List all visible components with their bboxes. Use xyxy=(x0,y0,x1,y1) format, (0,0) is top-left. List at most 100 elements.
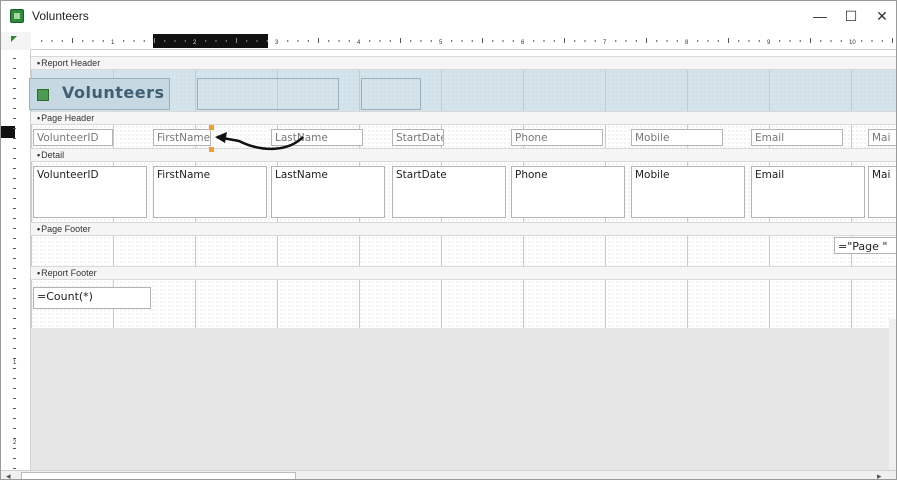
maximize-button[interactable]: ☐ xyxy=(837,5,865,27)
ruler-tick xyxy=(512,40,514,42)
ruler-tick xyxy=(656,40,658,42)
vruler-label: 2 xyxy=(13,440,17,446)
ruler-tick xyxy=(728,38,729,43)
report-title-control[interactable]: Volunteers xyxy=(29,78,170,110)
vruler-tick xyxy=(13,348,16,349)
scroll-right-icon[interactable]: ▸ xyxy=(877,471,882,479)
vruler-tick xyxy=(13,438,16,439)
minimize-button[interactable]: — xyxy=(806,5,834,27)
ruler-tick xyxy=(92,40,94,42)
section-bar-page-header[interactable]: •Page Header xyxy=(31,111,896,125)
ruler-tick xyxy=(533,40,535,42)
vruler-tick xyxy=(13,138,16,139)
vruler-tick xyxy=(13,368,16,369)
ruler-tick xyxy=(646,38,647,43)
ruler-tick xyxy=(61,40,63,42)
ruler-tick xyxy=(574,40,576,42)
scroll-left-icon[interactable]: ◂ xyxy=(6,471,11,479)
header-placeholder-box[interactable] xyxy=(197,78,339,110)
ruler-tick xyxy=(379,40,381,42)
label-email[interactable]: Email xyxy=(751,129,843,146)
page-footer-band[interactable] xyxy=(31,236,896,266)
page-number-textbox[interactable]: ="Page " xyxy=(834,237,896,254)
label-startdate[interactable]: StartDate xyxy=(392,129,444,146)
label-volunteerid[interactable]: VolunteerID xyxy=(33,129,113,146)
ruler-label: 1 xyxy=(111,40,115,46)
ruler-tick xyxy=(154,38,155,43)
ruler-tick xyxy=(256,40,258,42)
vruler-tick xyxy=(13,458,16,459)
label-mail[interactable]: Mai xyxy=(868,129,896,146)
report-footer-band[interactable] xyxy=(31,280,896,328)
ruler-tick xyxy=(164,40,166,42)
ruler-label: 5 xyxy=(439,40,443,46)
ruler-tick xyxy=(133,40,135,42)
field-startdate[interactable]: StartDate xyxy=(392,166,506,218)
close-button[interactable]: ✕ xyxy=(868,5,896,27)
ruler-tick xyxy=(430,40,432,42)
vertical-ruler[interactable]: 12 xyxy=(1,50,31,470)
vruler-tick xyxy=(13,388,16,389)
count-textbox[interactable]: =Count(*) xyxy=(33,287,151,309)
label-firstname[interactable]: FirstName xyxy=(153,129,211,146)
field-mail[interactable]: Mai xyxy=(868,166,896,218)
ruler-label: 3 xyxy=(275,40,279,46)
field-phone[interactable]: Phone xyxy=(511,166,625,218)
field-volunteerid[interactable]: VolunteerID xyxy=(33,166,147,218)
section-bar-report-header[interactable]: •Report Header xyxy=(31,56,896,70)
section-label: Report Footer xyxy=(41,268,97,278)
ruler-tick xyxy=(451,40,453,42)
ruler-tick xyxy=(51,40,53,42)
scroll-thumb[interactable] xyxy=(21,472,296,479)
section-label: Page Footer xyxy=(41,224,91,234)
header-placeholder-box[interactable] xyxy=(361,78,421,110)
vruler-label: 1 xyxy=(13,360,17,366)
vruler-tick xyxy=(13,258,16,259)
field-email[interactable]: Email xyxy=(751,166,865,218)
ruler-tick xyxy=(307,40,309,42)
field-lastname[interactable]: LastName xyxy=(271,166,385,218)
vruler-tick xyxy=(13,448,16,449)
horizontal-ruler[interactable]: 1 2 3 4 5 6 7 8 9 10 xyxy=(31,32,897,50)
ruler-label: 10 xyxy=(849,40,856,46)
horizontal-scrollbar[interactable]: ◂ ▸ xyxy=(1,470,896,479)
vertical-scrollbar[interactable] xyxy=(889,319,896,470)
report-icon xyxy=(10,9,24,23)
ruler-tick xyxy=(369,40,371,42)
ruler-tick xyxy=(389,40,391,42)
section-bar-page-footer[interactable]: •Page Footer xyxy=(31,222,896,236)
ruler-tick xyxy=(594,40,596,42)
ruler-tick xyxy=(482,38,483,43)
ruler-tick xyxy=(840,40,842,42)
section-bar-detail[interactable]: •Detail xyxy=(31,148,896,162)
ruler-tick xyxy=(707,40,709,42)
ruler-tick xyxy=(72,38,73,43)
vruler-tick xyxy=(13,228,16,229)
vruler-tick xyxy=(13,318,16,319)
ruler-tick xyxy=(892,38,893,43)
window-title: Volunteers xyxy=(32,9,89,23)
vruler-tick xyxy=(13,188,16,189)
ruler-tick xyxy=(502,40,504,42)
section-bar-report-footer[interactable]: •Report Footer xyxy=(31,266,896,280)
ruler-tick xyxy=(820,40,822,42)
section-label: Detail xyxy=(41,150,65,160)
ruler-tick xyxy=(184,40,186,42)
ruler-tick xyxy=(174,40,176,42)
vruler-tick xyxy=(13,198,16,199)
ruler-tick xyxy=(338,40,340,42)
ruler-tick xyxy=(584,40,586,42)
vruler-tick xyxy=(13,118,16,119)
field-firstname[interactable]: FirstName xyxy=(153,166,267,218)
section-label: Report Header xyxy=(41,58,101,68)
report-selector[interactable] xyxy=(1,32,31,50)
ruler-tick xyxy=(41,40,43,42)
label-mobile[interactable]: Mobile xyxy=(631,129,723,146)
ruler-tick xyxy=(861,40,863,42)
label-phone[interactable]: Phone xyxy=(511,129,603,146)
ruler-tick xyxy=(881,40,883,42)
ruler-tick xyxy=(102,40,104,42)
vruler-tick xyxy=(13,108,16,109)
ruler-tick xyxy=(553,40,555,42)
field-mobile[interactable]: Mobile xyxy=(631,166,745,218)
